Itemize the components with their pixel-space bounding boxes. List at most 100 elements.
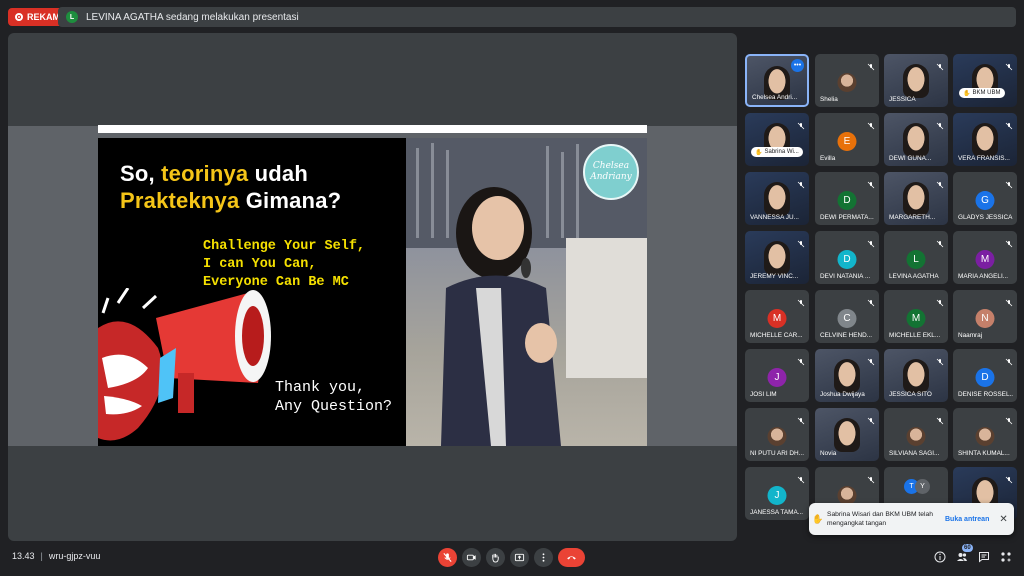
participant-name: GLADYS JESSICA <box>958 214 1013 221</box>
participant-name: DEWI PERMATA... <box>820 214 874 221</box>
mic-off-button[interactable] <box>438 548 457 567</box>
participant-tile[interactable]: VANNESSA JU... <box>745 172 809 225</box>
camera-button[interactable] <box>462 548 481 567</box>
title-part: Gimana? <box>239 188 342 213</box>
open-queue-button[interactable]: Buka antrean <box>945 516 989 523</box>
mic-off-icon <box>936 235 944 248</box>
participant-tile[interactable]: Joshua Dwijaya <box>815 349 879 402</box>
participant-tile[interactable]: ••• Chelsea Andri... <box>745 54 809 107</box>
participant-tile[interactable]: C CELVINE HEND... <box>815 290 879 343</box>
participant-avatar: N <box>975 309 995 328</box>
participant-tile[interactable]: L LEVINA AGATHA <box>884 231 948 284</box>
meeting-code: wru-gjpz-vuu <box>48 551 101 561</box>
participant-tile[interactable]: G GLADYS JESSICA <box>953 172 1017 225</box>
activities-button[interactable] <box>999 550 1013 564</box>
mic-off-icon <box>867 176 875 189</box>
participant-video <box>972 123 998 157</box>
participant-photo <box>906 427 926 446</box>
hand-name: Sabrina Wi... <box>764 149 799 155</box>
mic-off-icon <box>867 412 875 425</box>
participant-tile[interactable]: JESSICA SITO <box>884 349 948 402</box>
mic-off-icon <box>1005 117 1013 130</box>
mic-off-icon <box>1005 353 1013 366</box>
participant-avatar: E <box>837 132 857 151</box>
presentation-stage[interactable]: So, teorinya udah Prakteknya Gimana? Cha… <box>8 33 737 541</box>
participant-avatar: D <box>837 250 857 269</box>
participant-tile[interactable]: JEREMY VINC... <box>745 231 809 284</box>
participant-tile[interactable]: M MICHELLE CAR... <box>745 290 809 343</box>
participant-name: MICHELLE CAR... <box>750 332 803 339</box>
people-button[interactable] <box>955 550 969 564</box>
participant-tile[interactable]: D DENISE ROSSEL... <box>953 349 1017 402</box>
participant-avatar: L <box>906 250 926 269</box>
mic-off-icon <box>936 58 944 71</box>
participant-tile[interactable]: SHINTA KUMAL... <box>953 408 1017 461</box>
participant-tile[interactable]: D DEWI PERMATA... <box>815 172 879 225</box>
participant-tile[interactable]: SILVIANA SAGI... <box>884 408 948 461</box>
participant-tile[interactable]: M MICHELLE EKL... <box>884 290 948 343</box>
leave-call-button[interactable] <box>558 548 585 567</box>
participant-video <box>903 182 929 216</box>
participant-tile[interactable]: MARGARETH... <box>884 172 948 225</box>
participant-name: JESSICA <box>889 96 916 103</box>
participant-tile[interactable]: M MARIA ANGELI... <box>953 231 1017 284</box>
participant-photo <box>837 73 857 92</box>
participant-tile[interactable]: J JANESSA TAMA... <box>745 467 809 520</box>
mic-off-icon <box>936 117 944 130</box>
record-icon <box>15 13 23 21</box>
participant-tile[interactable]: DEWI GUNA... <box>884 113 948 166</box>
chelsea-andriany-logo: Chelsea Andriany <box>583 144 639 200</box>
participant-tile[interactable]: J JOSI LIM <box>745 349 809 402</box>
mic-off-icon <box>797 235 805 248</box>
participant-avatar: J <box>767 486 787 505</box>
participant-tile[interactable]: N Naamraj <box>953 290 1017 343</box>
participant-name: Naamraj <box>958 332 983 339</box>
mic-off-icon <box>1005 294 1013 307</box>
tile-options-button[interactable]: ••• <box>791 59 804 72</box>
mic-off-icon <box>1005 412 1013 425</box>
present-button[interactable] <box>510 548 529 567</box>
mic-off-icon <box>867 58 875 71</box>
participant-name: Joshua Dwijaya <box>820 391 865 398</box>
participant-tile[interactable]: Shelia <box>815 54 879 107</box>
participant-avatar: C <box>837 309 857 328</box>
participant-avatar: G <box>975 191 995 210</box>
participant-tile[interactable]: ✋ BKM UBM <box>953 54 1017 107</box>
title-part: udah <box>248 161 308 186</box>
title-highlight: teorinya <box>161 161 249 186</box>
participant-name: DEVI NATANIA ... <box>820 273 871 280</box>
participant-tile[interactable]: D DEVI NATANIA ... <box>815 231 879 284</box>
close-icon[interactable]: ✕ <box>999 514 1007 525</box>
participant-video <box>834 418 860 452</box>
participant-name: JOSI LIM <box>750 391 777 398</box>
participant-tile[interactable]: JESSICA <box>884 54 948 107</box>
participant-name: NI PUTU ARI DH... <box>750 450 804 457</box>
mic-off-icon <box>936 176 944 189</box>
presenting-text: LEVINA AGATHA sedang melakukan presentas… <box>86 11 299 23</box>
mic-off-icon <box>1005 471 1013 484</box>
participant-tile[interactable]: VERA FRANSIS... <box>953 113 1017 166</box>
participant-tile[interactable]: NI PUTU ARI DH... <box>745 408 809 461</box>
participant-tile[interactable]: ✋ Sabrina Wi... <box>745 113 809 166</box>
present-icon <box>514 553 525 562</box>
clock-time: 13.43 <box>12 551 35 561</box>
hand-icon: ✋ <box>755 149 763 156</box>
participant-name: SILVIANA SAGI... <box>889 450 940 457</box>
participant-avatar: M <box>767 309 787 328</box>
participant-video <box>903 123 929 157</box>
info-button[interactable] <box>933 550 947 564</box>
participant-tile[interactable]: Novia <box>815 408 879 461</box>
mic-off-icon <box>867 471 875 484</box>
more-options-button[interactable] <box>534 548 553 567</box>
activities-icon <box>1001 552 1011 562</box>
participant-name: MARIA ANGELI... <box>958 273 1009 280</box>
participant-tile[interactable]: E Evilla <box>815 113 879 166</box>
participant-name: MARGARETH... <box>889 214 936 221</box>
participant-video <box>764 182 790 216</box>
mic-off-icon <box>936 294 944 307</box>
raised-hand-toast: ✋ Sabrina Wisari dan BKM UBM telah menga… <box>809 503 1014 535</box>
participant-name: Chelsea Andri... <box>752 94 798 101</box>
record-label: REKAM <box>27 12 60 22</box>
chat-button[interactable] <box>977 550 991 564</box>
raise-hand-button[interactable] <box>486 548 505 567</box>
